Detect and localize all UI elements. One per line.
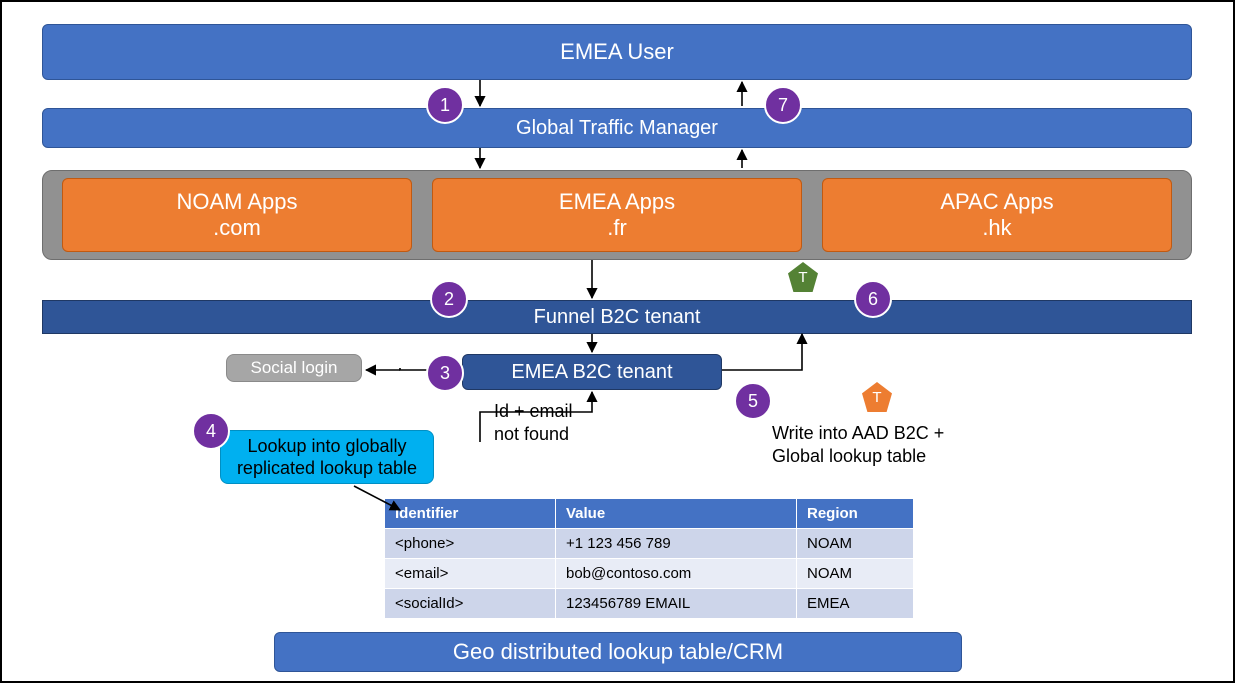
write-label: Write into AAD B2C + Global lookup table [772,422,944,469]
footer-box: Geo distributed lookup table/CRM [274,632,962,672]
apac-apps-box: APAC Apps .hk [822,178,1172,252]
step-7: 7 [764,86,802,124]
table-row: <email> bob@contoso.com NOAM [385,559,914,589]
pentagon-t-orange: T [862,382,892,412]
th-region: Region [797,499,914,529]
lookup-table-box: Lookup into globally replicated lookup t… [220,430,434,484]
th-identifier: Identifier [385,499,556,529]
step-6: 6 [854,280,892,318]
step-3: 3 [426,354,464,392]
diagram-canvas: EMEA User Global Traffic Manager NOAM Ap… [0,0,1235,683]
emea-apps-box: EMEA Apps .fr [432,178,802,252]
step-5: 5 [734,382,772,420]
noam-apps-box: NOAM Apps .com [62,178,412,252]
emea-user-box: EMEA User [42,24,1192,80]
emea-b2c-tenant-box: EMEA B2C tenant [462,354,722,390]
step-4: 4 [192,412,230,450]
social-login-tag: Social login [226,354,362,382]
step-1: 1 [426,86,464,124]
table-row: <socialId> 123456789 EMAIL EMEA [385,589,914,619]
not-found-label: Id + email not found [494,400,573,447]
lookup-table: Identifier Value Region <phone> +1 123 4… [384,498,914,619]
funnel-b2c-box: Funnel B2C tenant [42,300,1192,334]
step-2: 2 [430,280,468,318]
th-value: Value [556,499,797,529]
gtm-box: Global Traffic Manager [42,108,1192,148]
table-row: <phone> +1 123 456 789 NOAM [385,529,914,559]
pentagon-t-green: T [788,262,818,292]
